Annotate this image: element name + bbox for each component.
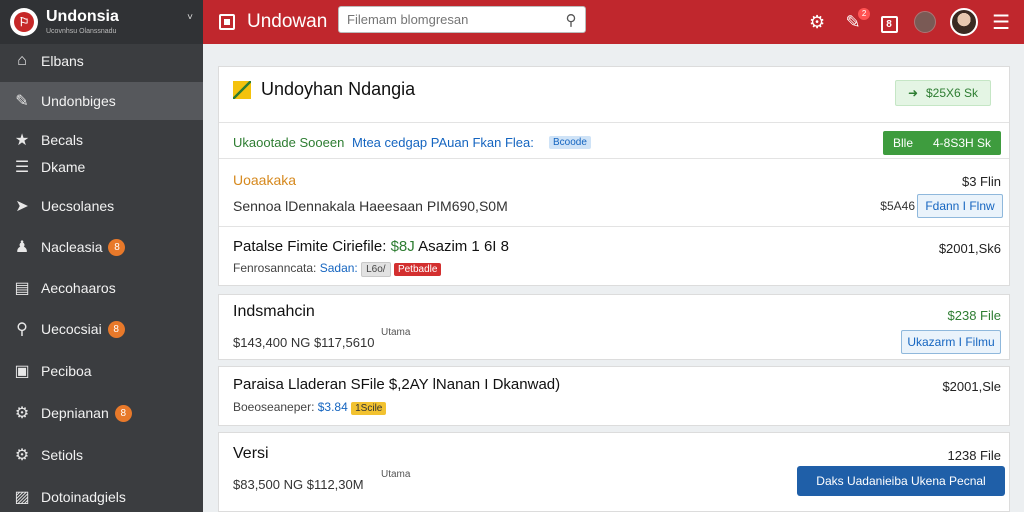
highlight-row[interactable]: Ukaootade Sooeen Mtea cedgap PAuan Fkan … bbox=[219, 127, 1009, 159]
box-icon[interactable]: 8 bbox=[878, 11, 900, 33]
list-card[interactable]: Indsmahcin Utama $143,400 NG $117,5610 $… bbox=[218, 294, 1010, 360]
summary-card: Undoyhan Ndangia ➜ $25X6 Sk Ukaootade So… bbox=[218, 66, 1010, 286]
gear-icon[interactable]: ⚙ bbox=[806, 12, 828, 33]
sidebar-badge: 8 bbox=[114, 404, 132, 422]
settings-icon: ⚙ bbox=[14, 447, 30, 464]
sidebar-item-5[interactable]: ➤ Uecsolanes bbox=[0, 187, 203, 225]
sidebar-item-6[interactable]: ♟ Nacleasia 8 bbox=[0, 228, 203, 266]
sidebar-item-label: Uecocsiai bbox=[41, 321, 102, 337]
status-avatar[interactable] bbox=[914, 11, 937, 33]
document-icon: ▤ bbox=[14, 280, 30, 297]
notification-icon[interactable]: ✎ 2 bbox=[842, 7, 871, 33]
image-icon: ▨ bbox=[14, 489, 30, 506]
tag-gray: L6o/ bbox=[361, 262, 391, 277]
list-icon: ☰ bbox=[14, 159, 30, 176]
item-subtitle: $83,500 NG $112,30M bbox=[233, 477, 364, 492]
item-action-button[interactable]: Fdann I Flnw bbox=[917, 194, 1003, 218]
avatar[interactable] bbox=[950, 8, 979, 36]
list-item[interactable]: Uoaakaka Sennoa lDennakala Haeesaan PIM6… bbox=[219, 160, 1009, 226]
item-subtitle: $143,400 NG $117,5610 bbox=[233, 335, 375, 350]
brand-title: Undonsia bbox=[46, 8, 119, 25]
star-icon: ★ bbox=[14, 132, 30, 149]
sidebar-item-label: Setiols bbox=[41, 447, 84, 463]
card-title: Undoyhan Ndangia bbox=[261, 79, 416, 99]
item-title: Versi bbox=[233, 445, 269, 462]
item-amount: $2001,Sk6 bbox=[938, 241, 1001, 256]
sidebar-item-label: Peciboa bbox=[41, 363, 92, 379]
arrow-icon: ➜ bbox=[907, 86, 918, 100]
item-title: Indsmahcin bbox=[233, 303, 315, 320]
search-icon: ⚲ bbox=[16, 321, 28, 338]
sidebar-item-9[interactable]: ▣ Peciboa bbox=[0, 352, 203, 390]
brand-logo-icon: ⚐ bbox=[10, 8, 38, 36]
highlight-label: Ukaootade Sooeen bbox=[233, 135, 345, 150]
topbar: Undowan ⚲ ⚙ ✎2 8 ☰ bbox=[203, 0, 1024, 44]
item-subtitle: Fenrosanncata: Sadan: L6o/ Petbadle bbox=[233, 261, 442, 277]
highlight-desc: Mtea cedgap PAuan Fkan Flea: bbox=[352, 135, 534, 150]
sidebar-item-10[interactable]: ⚙ Depnianan 8 bbox=[0, 394, 203, 432]
user-icon: ♟ bbox=[14, 239, 30, 256]
sidebar-item-label: Nacleasia bbox=[41, 239, 103, 255]
sidebar-item-label: Aecohaaros bbox=[41, 280, 116, 296]
app-logo-icon bbox=[219, 14, 235, 30]
sidebar-item-11[interactable]: ⚙ Setiols bbox=[0, 436, 203, 474]
sidebar-item-label: Uecsolanes bbox=[41, 198, 115, 214]
item-meta: Utama bbox=[381, 469, 411, 480]
terminal-icon: ▣ bbox=[14, 363, 30, 380]
card-header: Undoyhan Ndangia ➜ $25X6 Sk bbox=[219, 67, 1009, 123]
sidebar-badge: 8 bbox=[108, 238, 126, 256]
sidebar-item-1[interactable]: ⌂ Elbans bbox=[0, 42, 203, 80]
home-icon: ⌂ bbox=[17, 52, 27, 69]
chevron-down-icon[interactable]: ˅ bbox=[187, 12, 193, 23]
brand-subtitle: Ucovnhsu Olanssnadu bbox=[46, 28, 117, 35]
item-title: Paraisa Lladeran SFile $,2AY lNanan I Dk… bbox=[233, 376, 561, 393]
sidebar: ⚐ Undonsia Ucovnhsu Olanssnadu ˅ ⌂ Elbans… bbox=[0, 0, 203, 512]
folder-icon bbox=[233, 81, 251, 99]
search-input[interactable] bbox=[339, 12, 557, 27]
item-count: $3 Flin bbox=[961, 174, 1001, 189]
item-price: $5A46 bbox=[880, 199, 915, 213]
sidebar-item-label: Elbans bbox=[41, 53, 84, 69]
item-count: $238 File bbox=[947, 308, 1001, 323]
total-badge[interactable]: ➜ $25X6 Sk bbox=[895, 80, 991, 106]
primary-action-button[interactable]: Daks Uadanieiba Ukena Pecnal bbox=[797, 466, 1005, 496]
item-title: Patalse Fimite Ciriefile: $8J Asazim 1 6… bbox=[233, 238, 509, 255]
tag-red: Petbadle bbox=[393, 263, 442, 276]
sidebar-item-label: Dkame bbox=[41, 159, 86, 175]
sidebar-badge: 8 bbox=[107, 320, 125, 338]
status-badge: Bcoode bbox=[549, 136, 591, 149]
menu-icon[interactable]: ☰ bbox=[992, 10, 1010, 35]
main-content: Undoyhan Ndangia ➜ $25X6 Sk Ukaootade So… bbox=[203, 44, 1024, 512]
notification-badge: 2 bbox=[858, 7, 871, 20]
list-card[interactable]: Paraisa Lladeran SFile $,2AY lNanan I Dk… bbox=[218, 366, 1010, 426]
brand[interactable]: ⚐ Undonsia Ucovnhsu Olanssnadu ˅ bbox=[0, 0, 203, 44]
item-action-button[interactable]: Ukazarm I Filmu bbox=[901, 330, 1001, 354]
label-icon: ➤ bbox=[15, 198, 29, 215]
item-title: Uoaakaka bbox=[233, 172, 297, 188]
sidebar-item-7[interactable]: ▤ Aecohaaros bbox=[0, 269, 203, 307]
sidebar-item-4[interactable]: ☰ Dkame bbox=[0, 148, 203, 186]
tag-icon: ✎ bbox=[15, 93, 29, 110]
search-icon[interactable]: ⚲ bbox=[557, 11, 585, 29]
search-bar: ⚲ bbox=[338, 6, 586, 33]
sidebar-item-12[interactable]: ▨ Dotoinadgiels bbox=[0, 478, 203, 512]
sidebar-item-label: Depnianan bbox=[41, 405, 109, 421]
gear-icon: ⚙ bbox=[14, 405, 30, 422]
sidebar-item-label: Undonbiges bbox=[41, 93, 116, 109]
item-subtitle: Boeoseaneper: $3.84 1Scile bbox=[233, 400, 387, 415]
total-button[interactable]: Blle 4-8S3H Sk bbox=[883, 131, 1001, 155]
app-title: Undowan bbox=[247, 11, 328, 32]
sidebar-item-label: Dotoinadgiels bbox=[41, 489, 126, 505]
sidebar-item-label: Becals bbox=[41, 132, 84, 148]
item-subtitle: Sennoa lDennakala Haeesaan PIM690,S0M bbox=[233, 198, 508, 214]
list-card[interactable]: Versi Utama $83,500 NG $112,30M 1238 Fil… bbox=[218, 432, 1010, 512]
sidebar-item-8[interactable]: ⚲ Uecocsiai 8 bbox=[0, 310, 203, 348]
tag-yellow: 1Scile bbox=[351, 402, 387, 415]
item-amount: $2001,Sle bbox=[942, 379, 1001, 394]
item-count: 1238 File bbox=[947, 448, 1001, 463]
item-meta: Utama bbox=[381, 327, 411, 338]
sidebar-item-2[interactable]: ✎ Undonbiges bbox=[0, 82, 203, 120]
list-item[interactable]: Patalse Fimite Ciriefile: $8J Asazim 1 6… bbox=[219, 227, 1009, 287]
